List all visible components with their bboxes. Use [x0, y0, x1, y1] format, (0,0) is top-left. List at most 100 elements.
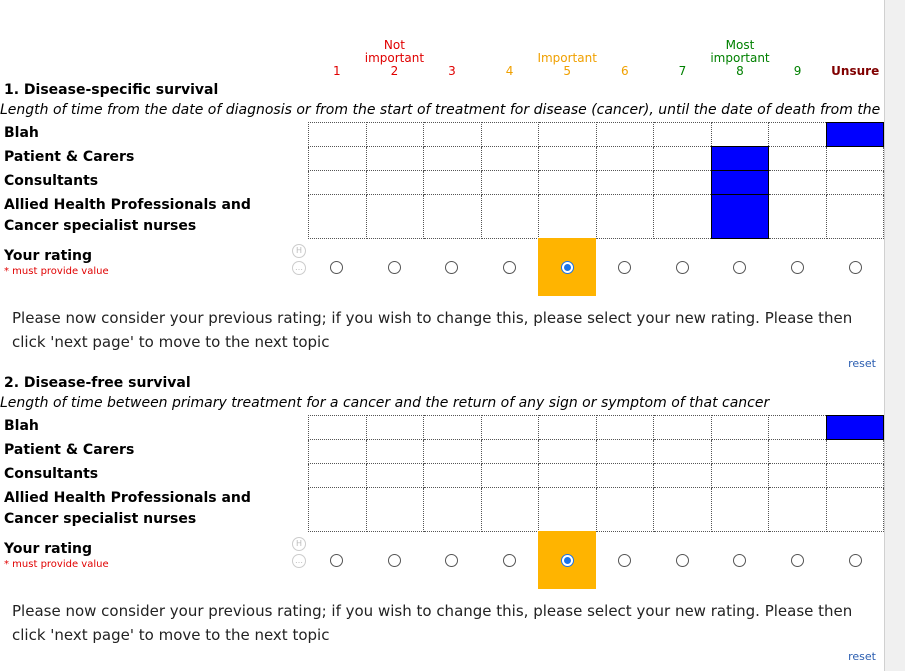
rating-option-cell[interactable]	[423, 531, 481, 589]
group-cell	[653, 122, 712, 147]
rating-option-cell[interactable]	[711, 238, 769, 296]
group-cell	[365, 463, 424, 488]
rating-option-cell[interactable]	[366, 238, 424, 296]
required-note: * must provide value	[4, 559, 109, 570]
rating-option-cell[interactable]	[826, 238, 884, 296]
rating-radio-selected[interactable]	[560, 260, 574, 274]
rating-radio-group	[308, 238, 884, 296]
group-cell	[480, 170, 539, 195]
group-cell	[710, 122, 769, 147]
rating-radio[interactable]	[733, 553, 747, 567]
rating-radio[interactable]	[330, 553, 344, 567]
group-cell	[308, 463, 367, 488]
scale-number: 9	[793, 64, 802, 78]
group-row	[308, 146, 884, 171]
rating-option-cell[interactable]	[769, 238, 827, 296]
group-cell	[365, 415, 424, 440]
reset-link[interactable]: reset	[848, 357, 876, 370]
rating-option-cell[interactable]	[366, 531, 424, 589]
history-icon[interactable]: H	[292, 537, 306, 551]
scale-label-3: 3	[423, 32, 481, 80]
scale-label-9: 9	[769, 32, 827, 80]
rating-radio[interactable]	[675, 260, 689, 274]
group-cell	[595, 194, 654, 239]
rating-radio[interactable]	[791, 553, 805, 567]
scale-label-8: Most important 8	[710, 32, 769, 80]
group-cell	[480, 122, 539, 147]
rating-radio-selected[interactable]	[560, 553, 574, 567]
group-selected-cell	[710, 170, 769, 195]
question-title: 2. Disease-free survival	[4, 375, 191, 391]
group-selected-cell	[710, 146, 769, 171]
rating-radio[interactable]	[733, 260, 747, 274]
rating-option-cell[interactable]	[654, 238, 712, 296]
rating-option-cell[interactable]	[769, 531, 827, 589]
rating-radio[interactable]	[618, 553, 632, 567]
group-cell	[308, 194, 367, 239]
group-cell	[538, 463, 597, 488]
group-row	[308, 194, 884, 239]
group-label: Allied Health Professionals and Cancer s…	[4, 197, 251, 234]
scale-number: 5	[563, 64, 571, 78]
reset-link[interactable]: reset	[848, 650, 876, 663]
reconsider-note: Please now consider your previous rating…	[12, 602, 853, 644]
group-cell	[653, 170, 712, 195]
group-cell	[653, 415, 712, 440]
group-cell	[825, 170, 884, 195]
group-cell	[538, 194, 597, 239]
group-selected-cell	[825, 415, 884, 440]
group-cell	[423, 194, 482, 239]
group-cell	[825, 194, 884, 239]
scale-label-4: 4	[481, 32, 539, 80]
group-cell	[480, 194, 539, 239]
group-cell	[423, 487, 482, 532]
rating-radio[interactable]	[848, 260, 862, 274]
rating-radio[interactable]	[675, 553, 689, 567]
scale-label-2: Not important 2	[365, 32, 424, 80]
group-cell	[365, 194, 424, 239]
rating-radio[interactable]	[503, 553, 517, 567]
group-cell	[308, 170, 367, 195]
group-cell	[480, 415, 539, 440]
rating-option-cell[interactable]	[711, 531, 769, 589]
group-cell	[423, 122, 482, 147]
rating-option-cell[interactable]	[596, 238, 654, 296]
group-cell	[653, 487, 712, 532]
rating-option-cell[interactable]	[423, 238, 481, 296]
rating-option-cell[interactable]	[481, 531, 539, 589]
rating-radio[interactable]	[387, 260, 401, 274]
rating-option-cell[interactable]	[654, 531, 712, 589]
rating-radio[interactable]	[445, 260, 459, 274]
rating-radio[interactable]	[503, 260, 517, 274]
rating-option-cell[interactable]	[308, 238, 366, 296]
rating-option-cell[interactable]	[538, 531, 596, 589]
rating-scale-header: 1 Not important 2 3 4 Important 5 6 7 Most importan…	[0, 32, 884, 80]
rating-option-cell[interactable]	[826, 531, 884, 589]
group-cell	[768, 415, 827, 440]
group-cell	[538, 415, 597, 440]
rating-radio[interactable]	[387, 553, 401, 567]
scale-number: 7	[678, 64, 687, 78]
rating-radio[interactable]	[848, 553, 862, 567]
group-selected-cell	[825, 122, 884, 147]
history-icon[interactable]: H	[292, 244, 306, 258]
rating-radio[interactable]	[618, 260, 632, 274]
comment-icon[interactable]: …	[292, 261, 306, 275]
group-label: Consultants	[4, 466, 99, 482]
question-section-1: 1. Disease-specific survival Length of ti…	[0, 82, 884, 372]
group-cell	[595, 487, 654, 532]
group-cell	[768, 146, 827, 171]
rating-option-cell[interactable]	[538, 238, 596, 296]
rating-radio[interactable]	[445, 553, 459, 567]
rating-option-cell[interactable]	[308, 531, 366, 589]
rating-radio[interactable]	[791, 260, 805, 274]
group-row	[308, 415, 884, 440]
rating-option-cell[interactable]	[596, 531, 654, 589]
rating-option-cell[interactable]	[481, 238, 539, 296]
question-title: 1. Disease-specific survival	[4, 82, 219, 98]
scale-label-5: Important 5	[537, 32, 597, 80]
comment-icon[interactable]: …	[292, 554, 306, 568]
group-cell	[595, 122, 654, 147]
rating-radio[interactable]	[330, 260, 344, 274]
group-cell	[710, 415, 769, 440]
